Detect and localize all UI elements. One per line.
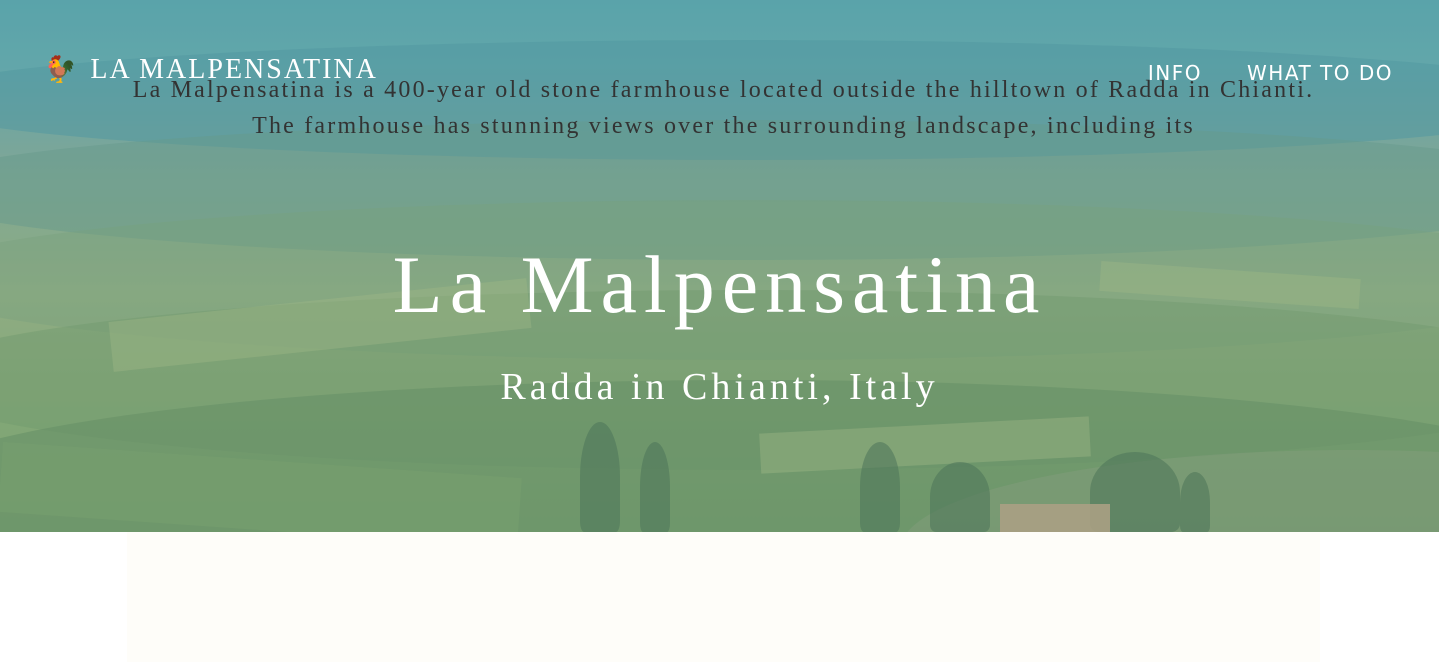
- content-panel: [127, 532, 1320, 662]
- rooster-icon: 🐓: [44, 55, 77, 85]
- hero-title: La Malpensatina: [392, 239, 1047, 330]
- content-section: [0, 532, 1439, 662]
- intro-paragraph: La Malpensatina is a 400-year old stone …: [132, 77, 1315, 139]
- hero-subtitle: Radda in Chianti, Italy: [500, 366, 939, 408]
